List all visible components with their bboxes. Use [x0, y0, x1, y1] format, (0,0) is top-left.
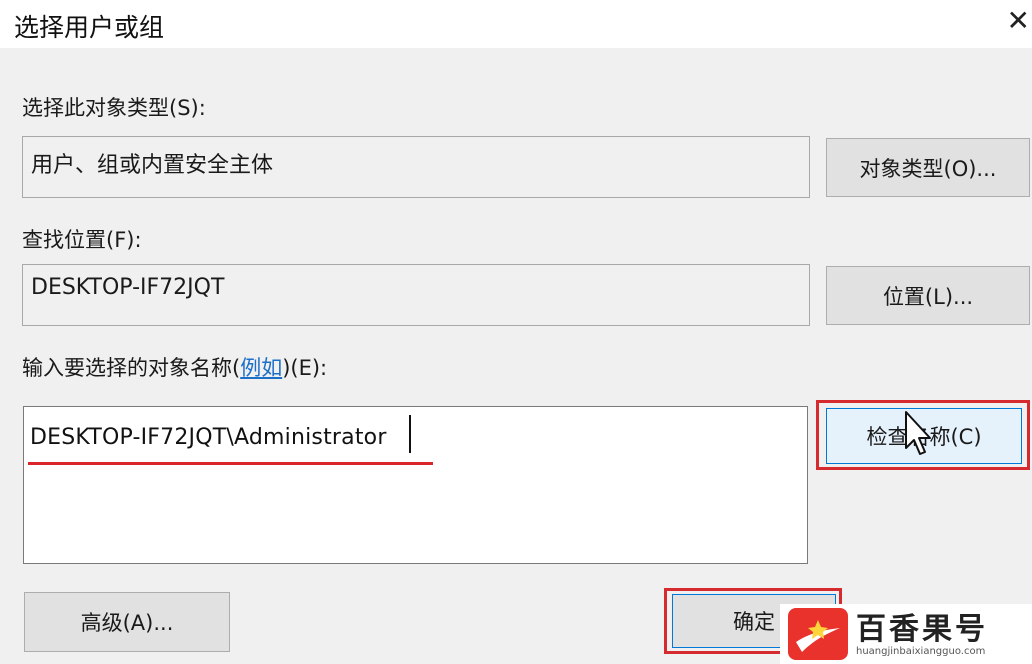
- mouse-pointer-icon: [905, 411, 931, 455]
- close-icon[interactable]: ✕: [1007, 4, 1030, 37]
- location-field: DESKTOP-IF72JQT: [22, 264, 810, 326]
- advanced-button-label: 高级(A)...: [80, 611, 174, 635]
- object-types-button-label: 对象类型(O)...: [859, 156, 997, 181]
- object-types-button[interactable]: 对象类型(O)...: [826, 138, 1030, 197]
- title-bar: 选择用户或组 ✕: [0, 0, 1032, 48]
- object-type-label: 选择此对象类型(S):: [22, 96, 206, 120]
- object-names-label-prefix: 输入要选择的对象名称(: [22, 356, 241, 380]
- dialog-title: 选择用户或组: [14, 13, 165, 42]
- object-type-value: 用户、组或内置安全主体: [31, 153, 274, 178]
- object-names-input[interactable]: DESKTOP-IF72JQT\Administrator: [23, 406, 808, 564]
- advanced-button[interactable]: 高级(A)...: [24, 592, 230, 652]
- object-names-value: DESKTOP-IF72JQT\Administrator: [30, 425, 387, 450]
- object-names-label-suffix: )(E):: [282, 356, 328, 380]
- text-caret: [409, 415, 411, 453]
- watermark-logo: [788, 608, 848, 660]
- ok-button-label: 确定: [733, 610, 775, 634]
- locations-button-label: 位置(L)...: [882, 284, 974, 309]
- watermark-url: huangjinbaixiangguo.com: [856, 646, 986, 657]
- object-names-label: 输入要选择的对象名称(例如)(E):: [22, 352, 327, 382]
- highlight-underline: [28, 462, 433, 465]
- location-value: DESKTOP-IF72JQT: [31, 275, 225, 300]
- object-type-field: 用户、组或内置安全主体: [22, 136, 810, 198]
- location-label: 查找位置(F):: [22, 228, 142, 252]
- watermark-title: 百香果号: [856, 612, 988, 647]
- examples-link[interactable]: 例如: [240, 356, 282, 380]
- locations-button[interactable]: 位置(L)...: [826, 266, 1030, 325]
- watermark: 百香果号 huangjinbaixiangguo.com: [780, 604, 1032, 664]
